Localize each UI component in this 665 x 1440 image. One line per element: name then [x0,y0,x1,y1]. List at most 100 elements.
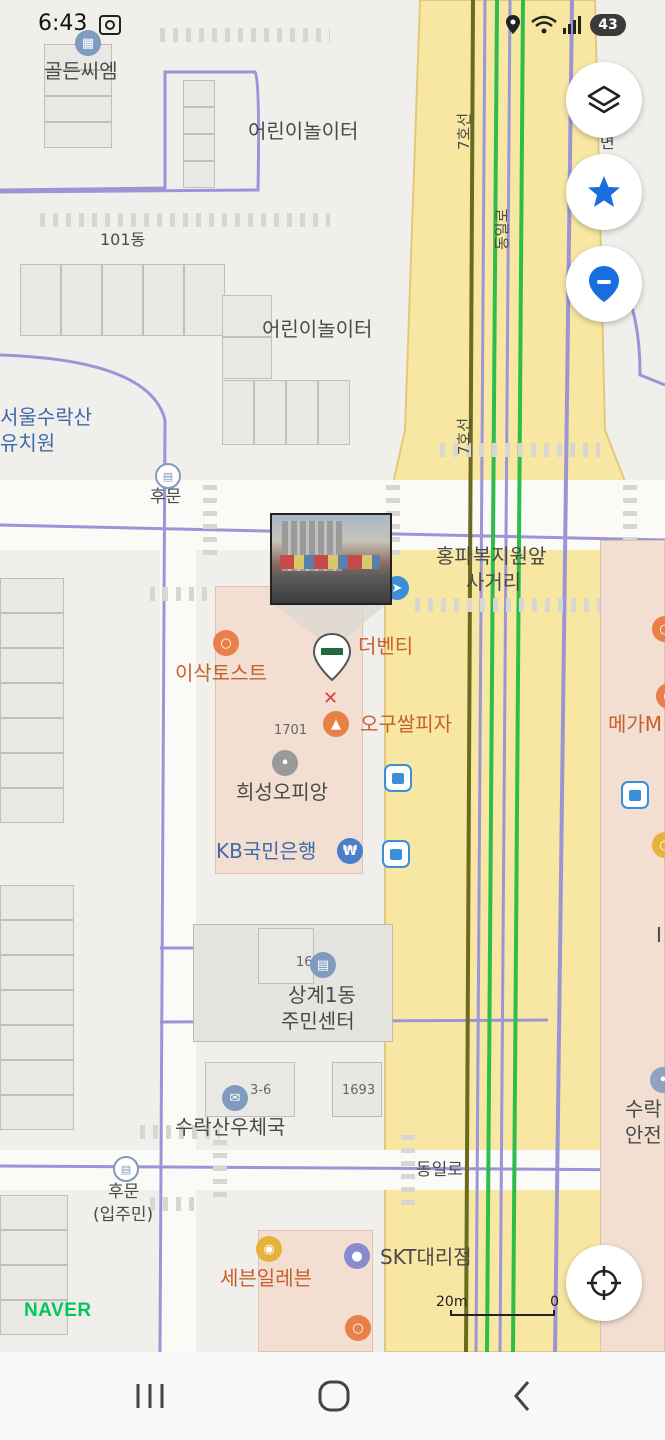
label-line7: 7호선 [455,417,473,455]
label-building-101: 101동 [100,230,146,249]
selected-place-pin-icon[interactable] [312,632,352,684]
government-poi-icon[interactable]: ▤ [310,952,336,978]
building-cell [0,648,64,683]
wifi-icon [531,15,557,34]
building-cell [0,613,64,648]
status-bar: 6:43 43 [0,0,665,50]
naver-logo: NAVER [24,1300,92,1321]
scale-label-left: 20m [436,1294,468,1310]
building-cell [0,955,74,990]
building-cell [44,96,112,122]
location-status-icon [506,15,520,34]
building-cell [0,1025,74,1060]
food-poi-icon[interactable]: ○ [345,1315,371,1341]
building-cell [286,380,318,445]
label-kindergarten: 서울수락산 [0,405,92,429]
building-cell [0,1095,74,1130]
label-sanggye-center: 상계1동 [288,983,356,1007]
back-icon [514,1381,530,1411]
pizza-poi-icon[interactable]: ▲ [323,711,349,737]
label-back-gate-residents-2: (입주민) [93,1205,154,1225]
signal-icon [563,16,581,34]
building-cell [0,1195,68,1230]
building-cell [254,380,286,445]
back-button[interactable] [502,1378,542,1414]
label-seven-eleven: 세븐일레븐 [220,1266,312,1290]
building-cell [183,80,215,107]
label-kb-bank: KB국민은행 [216,839,317,863]
label-lot-number: 3-6 [250,1083,272,1098]
screenshot-icon [99,15,121,35]
status-time: 6:43 [38,11,88,36]
crosshair-icon [587,1266,621,1300]
building-cell [318,380,350,445]
label-sura-right: 수락 [625,1097,662,1121]
label-line7: 7호선 [455,112,473,150]
label-oguppal-pizza: 오구쌀피자 [360,712,452,736]
building-cell [0,1230,68,1265]
building-cell [0,1265,68,1300]
building-cell [183,107,215,134]
map-canvas[interactable]: 골든씨엠 어린이놀이터 101동 어린이놀이터 서울수락산 유치원 후문 7호선… [0,0,665,1352]
scale-bar: 20m 0 [436,1294,559,1318]
location-pin-icon [589,266,619,302]
building-cell [0,885,74,920]
school-poi-icon[interactable]: ▤ [155,463,181,489]
building-cell [184,264,225,336]
building-cell [0,990,74,1025]
recent-apps-icon [136,1384,164,1408]
layers-button[interactable] [566,62,642,138]
label-lot-number: 1693 [342,1083,376,1098]
building-cell [20,264,61,336]
convenience-store-poi-icon[interactable]: ◉ [256,1236,282,1262]
label-edge: I [656,923,662,947]
building-cell [0,788,64,823]
building-poi-icon[interactable]: • [272,750,298,776]
building-cell [44,122,112,148]
street-view-thumbnail[interactable] [270,513,392,605]
building-cell [0,1060,74,1095]
label-hongpa-intersection: 홍파복지원앞 [436,544,547,568]
toast-poi-icon[interactable]: ○ [213,630,239,656]
label-playground: 어린이놀이터 [248,119,359,143]
system-nav-bar [0,1352,665,1440]
bus-stop-icon[interactable] [384,764,412,792]
building-cell [0,753,64,788]
battery-level: 43 [598,17,618,33]
target-marker-icon: ✕ [323,688,339,709]
label-back-gate-residents: 후문 [108,1182,140,1202]
bus-stop-icon[interactable] [382,840,410,868]
building-cell [183,161,215,188]
label-back-gate: 후문 [150,487,182,507]
building-cell [102,264,143,336]
building-cell [0,578,64,613]
favorites-button[interactable] [566,154,642,230]
label-post-office: 수락산우체국 [175,1115,286,1139]
label-dongil-ro-horizontal: 동일로 [416,1160,463,1180]
home-button[interactable] [314,1378,354,1414]
my-places-button[interactable] [566,246,642,322]
recent-apps-button[interactable] [128,1380,172,1412]
building-cell [222,380,254,445]
scale-label-right: 0 [550,1294,559,1310]
label-kindergarten-2: 유치원 [0,431,56,455]
label-dongil-ro: 동일로 [493,208,511,250]
layers-icon [587,85,621,114]
bus-stop-icon[interactable] [621,781,649,809]
label-mega: 메가M [608,712,663,736]
label-hongpa-intersection-2: 사거리 [466,570,522,594]
bank-poi-icon[interactable]: ₩ [337,838,363,864]
building-cell [0,920,74,955]
school-poi-icon[interactable]: ▤ [113,1156,139,1182]
building-cell [0,718,64,753]
current-location-button[interactable] [566,1245,642,1321]
building-cell [222,337,272,379]
label-sura-right-2: 안전 [625,1123,662,1147]
phone-shop-poi-icon[interactable]: ● [344,1243,370,1269]
label-sanggye-center-2: 주민센터 [281,1009,355,1033]
scale-line [450,1310,555,1316]
label-lot-number: 1701 [274,723,308,738]
star-icon [588,176,620,207]
post-office-poi-icon[interactable]: ✉ [222,1085,248,1111]
label-isak-toast: 이삭토스트 [175,661,267,685]
